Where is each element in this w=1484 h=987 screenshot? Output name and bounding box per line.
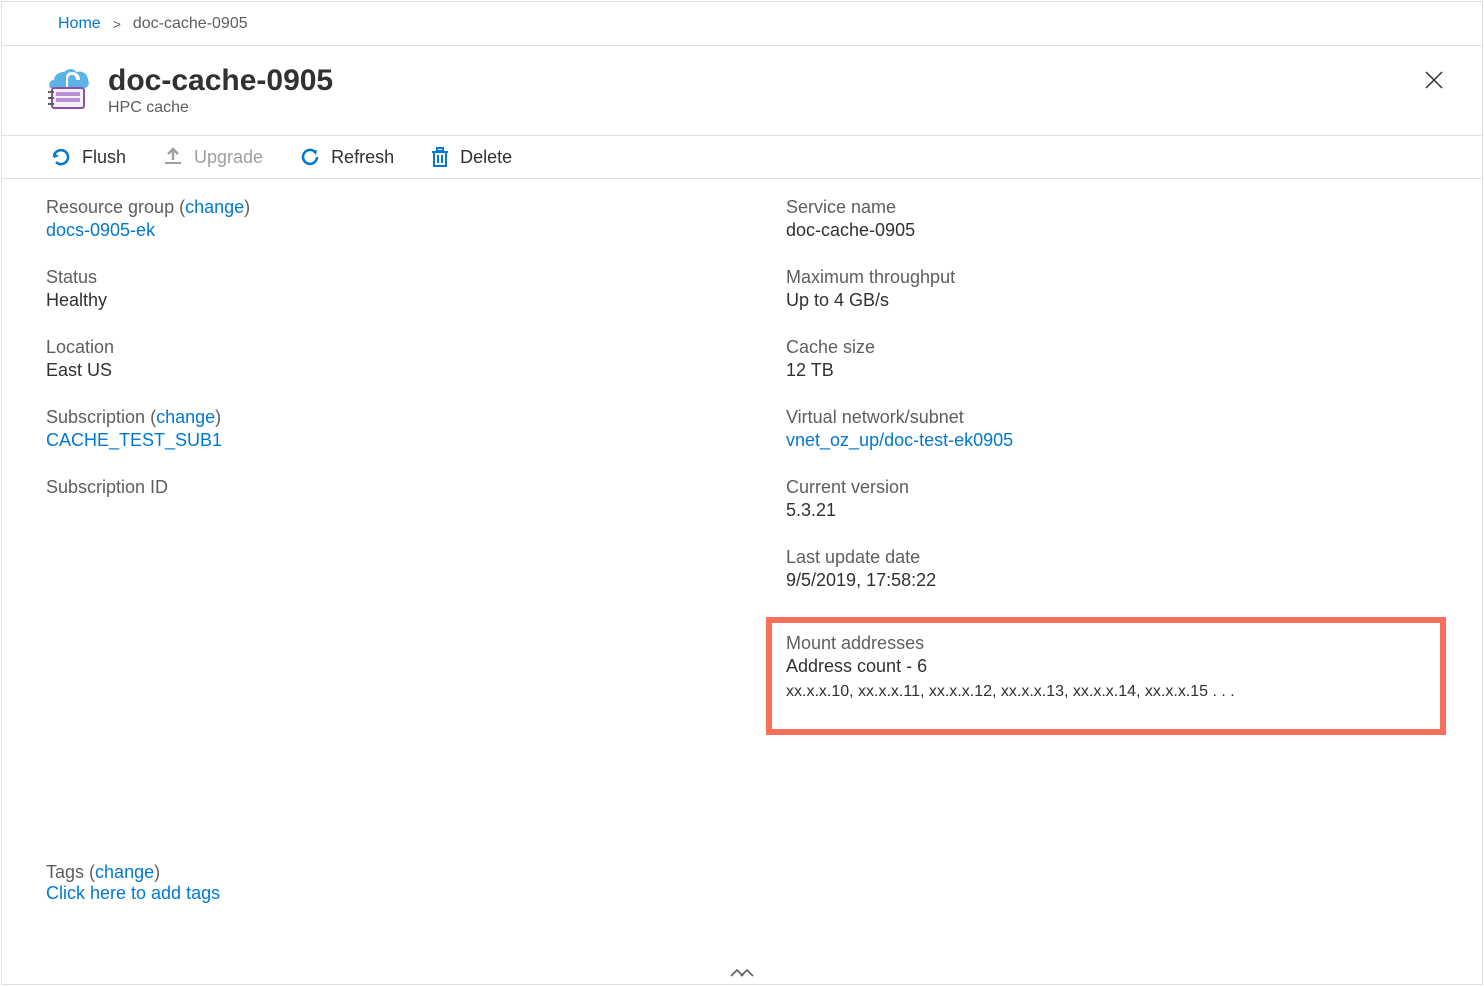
breadcrumb: Home > doc-cache-0905 <box>2 2 1482 46</box>
subscription-change-link[interactable]: change <box>156 407 215 427</box>
last-update-label: Last update date <box>786 547 1466 568</box>
mount-addresses-highlight: Mount addresses Address count - 6 xx.x.x… <box>766 617 1446 735</box>
mount-address-count: Address count - 6 <box>786 656 1426 677</box>
hpc-cache-icon <box>46 66 92 112</box>
delete-button[interactable]: Delete <box>430 146 512 168</box>
field-subscription-id: Subscription ID <box>46 477 746 500</box>
resource-group-value-link[interactable]: docs-0905-ek <box>46 220 155 240</box>
vnet-label: Virtual network/subnet <box>786 407 1466 428</box>
location-value: East US <box>46 360 746 381</box>
flush-icon <box>50 146 72 168</box>
overview-content: Resource group (change) docs-0905-ek Sta… <box>2 179 1482 735</box>
flush-button[interactable]: Flush <box>50 146 126 168</box>
service-name-value: doc-cache-0905 <box>786 220 1466 241</box>
cache-size-label: Cache size <box>786 337 1466 358</box>
version-value: 5.3.21 <box>786 500 1466 521</box>
flush-label: Flush <box>82 147 126 168</box>
page-subtitle: HPC cache <box>108 99 1452 117</box>
field-status: Status Healthy <box>46 267 746 311</box>
max-throughput-value: Up to 4 GB/s <box>786 290 1466 311</box>
last-update-value: 9/5/2019, 17:58:22 <box>786 570 1466 591</box>
delete-icon <box>430 146 450 168</box>
chevron-right-icon: > <box>113 16 121 32</box>
delete-label: Delete <box>460 147 512 168</box>
field-location: Location East US <box>46 337 746 381</box>
tags-change-link[interactable]: change <box>95 862 154 882</box>
command-bar: Flush Upgrade Refresh Delete <box>2 136 1482 179</box>
page-header: doc-cache-0905 HPC cache <box>2 46 1482 136</box>
service-name-label: Service name <box>786 197 1466 218</box>
tags-section: Tags (change) Click here to add tags <box>46 862 220 904</box>
field-cache-size: Cache size 12 TB <box>786 337 1466 381</box>
upgrade-icon <box>162 146 184 168</box>
add-tags-link[interactable]: Click here to add tags <box>46 883 220 903</box>
overview-left-column: Resource group (change) docs-0905-ek Sta… <box>46 197 746 735</box>
breadcrumb-current: doc-cache-0905 <box>133 15 248 33</box>
subscription-value-link[interactable]: CACHE_TEST_SUB1 <box>46 430 222 450</box>
location-label: Location <box>46 337 746 358</box>
status-label: Status <box>46 267 746 288</box>
refresh-label: Refresh <box>331 147 394 168</box>
mount-addresses-label: Mount addresses <box>786 633 1426 654</box>
overview-right-column: Service name doc-cache-0905 Maximum thro… <box>786 197 1466 735</box>
subscription-id-label: Subscription ID <box>46 477 746 498</box>
refresh-button[interactable]: Refresh <box>299 146 394 168</box>
upgrade-button: Upgrade <box>162 146 263 168</box>
subscription-label: Subscription <box>46 407 145 427</box>
close-button[interactable] <box>1414 66 1454 94</box>
status-value: Healthy <box>46 290 746 311</box>
upgrade-label: Upgrade <box>194 147 263 168</box>
page-title: doc-cache-0905 <box>108 64 1452 97</box>
resource-group-change-link[interactable]: change <box>185 197 244 217</box>
field-last-update: Last update date 9/5/2019, 17:58:22 <box>786 547 1466 591</box>
mount-address-list: xx.x.x.10, xx.x.x.11, xx.x.x.12, xx.x.x.… <box>786 683 1426 701</box>
field-version: Current version 5.3.21 <box>786 477 1466 521</box>
cache-size-value: 12 TB <box>786 360 1466 381</box>
collapse-toggle[interactable] <box>729 964 755 978</box>
vnet-value-link[interactable]: vnet_oz_up/doc-test-ek0905 <box>786 430 1013 450</box>
max-throughput-label: Maximum throughput <box>786 267 1466 288</box>
breadcrumb-home-link[interactable]: Home <box>58 15 101 33</box>
field-vnet: Virtual network/subnet vnet_oz_up/doc-te… <box>786 407 1466 451</box>
version-label: Current version <box>786 477 1466 498</box>
field-max-throughput: Maximum throughput Up to 4 GB/s <box>786 267 1466 311</box>
field-resource-group: Resource group (change) docs-0905-ek <box>46 197 746 241</box>
tags-label: Tags <box>46 862 84 882</box>
field-subscription: Subscription (change) CACHE_TEST_SUB1 <box>46 407 746 451</box>
resource-group-label: Resource group <box>46 197 174 217</box>
field-service-name: Service name doc-cache-0905 <box>786 197 1466 241</box>
refresh-icon <box>299 146 321 168</box>
